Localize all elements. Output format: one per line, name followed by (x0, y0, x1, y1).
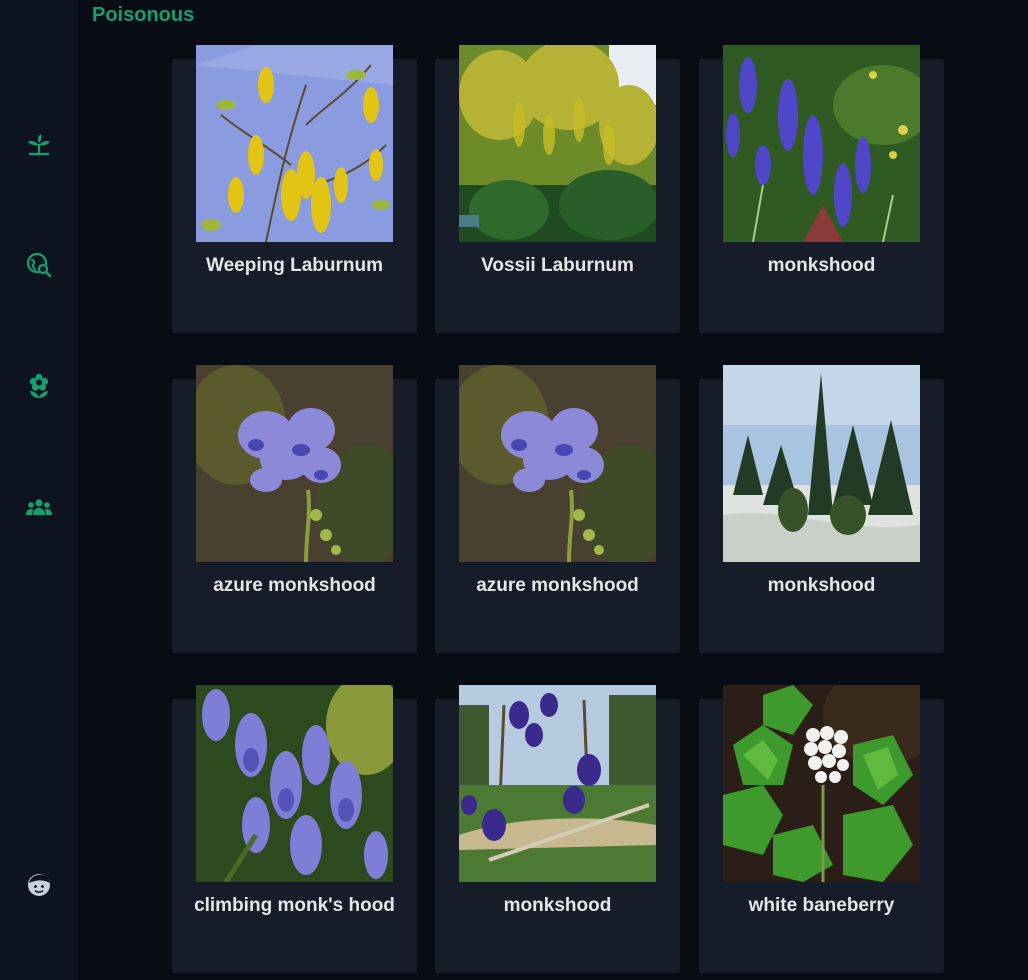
plant-name: Weeping Laburnum (206, 255, 383, 276)
plant-name: azure monkshood (213, 575, 376, 596)
plant-name: monkshood (767, 575, 876, 596)
nav-flowers-button[interactable] (19, 366, 59, 406)
plant-name: white baneberry (748, 895, 895, 916)
main-content: Poisonous Weeping Laburnum Vossii Laburn… (78, 0, 1028, 980)
plant-image (459, 365, 656, 562)
plant-card[interactable]: climbing monk's hood (172, 685, 417, 973)
plant-name: azure monkshood (476, 575, 639, 596)
sidebar (0, 0, 78, 980)
plant-card[interactable]: azure monkshood (172, 365, 417, 653)
plant-image (196, 45, 393, 242)
plant-card[interactable]: monkshood (435, 685, 680, 973)
plant-name: monkshood (503, 895, 612, 916)
community-group-icon (26, 499, 52, 515)
plant-name: Vossii Laburnum (481, 255, 634, 276)
profile-button[interactable] (19, 865, 59, 905)
plant-card[interactable]: monkshood (699, 45, 944, 333)
plant-sprout-icon (28, 134, 50, 156)
plant-image (723, 365, 920, 562)
nav-plants-button[interactable] (19, 124, 59, 164)
plant-image (459, 45, 656, 242)
plant-card[interactable]: azure monkshood (435, 365, 680, 653)
plant-name: climbing monk's hood (194, 895, 395, 916)
plant-image (196, 365, 393, 562)
plant-name: monkshood (767, 255, 876, 276)
plant-card[interactable]: Vossii Laburnum (435, 45, 680, 333)
plant-card[interactable]: monkshood (699, 365, 944, 653)
plant-card[interactable]: white baneberry (699, 685, 944, 973)
nav-community-button[interactable] (19, 487, 59, 527)
plant-image (196, 685, 393, 882)
plant-image (723, 45, 920, 242)
section-title: Poisonous (92, 4, 195, 26)
plant-card[interactable]: Weeping Laburnum (172, 45, 417, 333)
plant-image (459, 685, 656, 882)
nav-explore-button[interactable] (19, 245, 59, 285)
flower-icon (29, 373, 49, 398)
globe-search-icon (26, 252, 52, 278)
plant-image (723, 685, 920, 882)
smiley-face-icon (28, 874, 50, 896)
